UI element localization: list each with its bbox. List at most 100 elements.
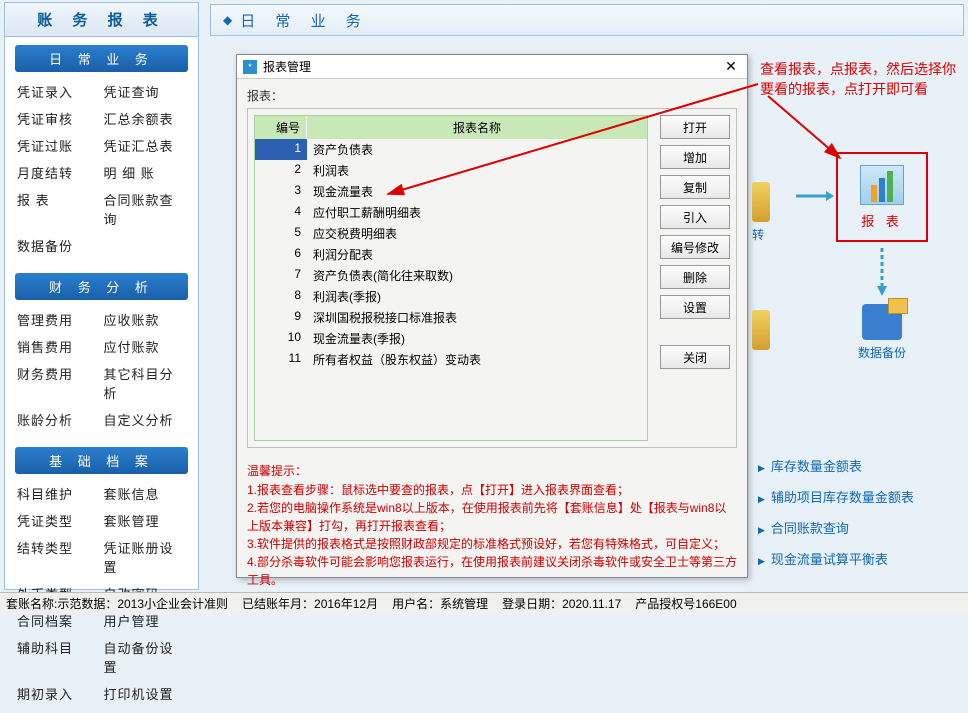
app-icon: * — [243, 60, 257, 74]
cell-name: 应付职工薪酬明细表 — [307, 202, 647, 223]
sidebar-item[interactable]: 销售费用 — [15, 333, 102, 360]
cell-name: 资产负债表(简化往来取数) — [307, 265, 647, 286]
sidebar-item[interactable]: 凭证汇总表 — [102, 132, 189, 159]
status-account: 套账名称:示范数据：2013小企业会计准则 — [6, 595, 228, 612]
dialog-button-删除[interactable]: 删除 — [660, 265, 730, 289]
sidebar-item[interactable]: 套账管理 — [102, 507, 189, 534]
side-label: 转 — [752, 226, 764, 243]
report-manage-dialog: * 报表管理 ✕ 报表： 编号 报表名称 1资产负债表2利润表3现金流量表4应付… — [236, 54, 748, 578]
dialog-titlebar[interactable]: * 报表管理 ✕ — [237, 55, 747, 79]
quick-link[interactable]: 现金流量试算平衡表 — [758, 543, 914, 574]
dialog-button-关闭[interactable]: 关闭 — [660, 345, 730, 369]
sidebar-item[interactable]: 管理费用 — [15, 306, 102, 333]
table-row[interactable]: 10现金流量表(季报) — [255, 328, 647, 349]
tip-line: 2.若您的电脑操作系统是win8以上版本，在使用报表前先将【套账信息】处【报表与… — [247, 499, 737, 535]
sidebar-item[interactable]: 套账信息 — [102, 480, 189, 507]
table-row[interactable]: 7资产负债表(简化往来取数) — [255, 265, 647, 286]
chart-icon — [860, 165, 904, 205]
sidebar-item[interactable]: 月度结转 — [15, 159, 102, 186]
close-icon[interactable]: ✕ — [721, 58, 741, 75]
table-row[interactable]: 8利润表(季报) — [255, 286, 647, 307]
sidebar-item[interactable]: 凭证查询 — [102, 78, 189, 105]
sidebar-item[interactable]: 应付账款 — [102, 333, 189, 360]
sidebar-item[interactable]: 数据备份 — [15, 232, 102, 259]
dialog-button-增加[interactable]: 增加 — [660, 145, 730, 169]
sidebar-item[interactable]: 结转类型 — [15, 534, 102, 580]
cell-num: 2 — [255, 160, 307, 181]
side-icon — [752, 182, 770, 222]
cell-num: 3 — [255, 181, 307, 202]
table-row[interactable]: 11所有者权益（股东权益）变动表 — [255, 349, 647, 370]
sidebar-item[interactable]: 报 表 — [15, 186, 102, 232]
cell-name: 资产负债表 — [307, 139, 647, 160]
tip-line: 1.报表查看步骤：鼠标选中要查的报表，点【打开】进入报表界面查看； — [247, 481, 737, 499]
report-fieldset: 编号 报表名称 1资产负债表2利润表3现金流量表4应付职工薪酬明细表5应交税费明… — [247, 108, 737, 448]
table-row[interactable]: 4应付职工薪酬明细表 — [255, 202, 647, 223]
sidebar-item[interactable]: 财务费用 — [15, 360, 102, 406]
sidebar-item[interactable]: 自动备份设置 — [102, 634, 189, 680]
cell-name: 利润表(季报) — [307, 286, 647, 307]
section-header: 日 常 业 务 — [15, 45, 188, 72]
sidebar-item[interactable]: 其它科目分析 — [102, 360, 189, 406]
sidebar-item[interactable]: 辅助科目 — [15, 634, 102, 680]
report-shortcut-label: 报 表 — [861, 211, 903, 230]
quick-link[interactable]: 辅助项目库存数量金额表 — [758, 481, 914, 512]
table-row[interactable]: 5应交税费明细表 — [255, 223, 647, 244]
sidebar-item[interactable]: 凭证账册设置 — [102, 534, 189, 580]
report-table: 编号 报表名称 1资产负债表2利润表3现金流量表4应付职工薪酬明细表5应交税费明… — [254, 115, 648, 441]
sidebar-item[interactable]: 自定义分析 — [102, 406, 189, 433]
table-row[interactable]: 1资产负债表 — [255, 139, 647, 160]
sidebar-item[interactable]: 期初录入 — [15, 680, 102, 707]
flow-arrow-icon — [796, 190, 834, 202]
cell-name: 现金流量表 — [307, 181, 647, 202]
backup-label: 数据备份 — [840, 344, 924, 361]
backup-shortcut[interactable]: 数据备份 — [840, 304, 924, 361]
cell-num: 7 — [255, 265, 307, 286]
table-row[interactable]: 6利润分配表 — [255, 244, 647, 265]
cell-name: 利润表 — [307, 160, 647, 181]
quick-link[interactable]: 库存数量金额表 — [758, 450, 914, 481]
sidebar-item[interactable]: 凭证审核 — [15, 105, 102, 132]
dialog-button-设置[interactable]: 设置 — [660, 295, 730, 319]
dialog-button-打开[interactable]: 打开 — [660, 115, 730, 139]
sidebar-item[interactable]: 明 细 账 — [102, 159, 189, 186]
dialog-button-column: 打开增加复制引入编号修改删除设置关闭 — [660, 115, 730, 441]
sidebar-item[interactable]: 凭证过账 — [15, 132, 102, 159]
sidebar-item[interactable]: 打印机设置 — [102, 680, 189, 707]
cell-num: 11 — [255, 349, 307, 370]
quick-link[interactable]: 合同账款查询 — [758, 512, 914, 543]
status-license: 产品授权号166E00 — [635, 595, 736, 612]
sidebar-item[interactable]: 汇总余额表 — [102, 105, 189, 132]
table-row[interactable]: 3现金流量表 — [255, 181, 647, 202]
table-row[interactable]: 2利润表 — [255, 160, 647, 181]
cell-num: 8 — [255, 286, 307, 307]
status-user: 用户名：系统管理 — [392, 595, 488, 612]
cell-name: 现金流量表(季报) — [307, 328, 647, 349]
sidebar-item[interactable]: 账龄分析 — [15, 406, 102, 433]
sidebar-item[interactable]: 应收账款 — [102, 306, 189, 333]
status-bar: 套账名称:示范数据：2013小企业会计准则 已结账年月：2016年12月 用户名… — [0, 592, 968, 614]
left-sidebar: 账 务 报 表 日 常 业 务凭证录入凭证查询凭证审核汇总余额表凭证过账凭证汇总… — [4, 2, 199, 590]
sidebar-item[interactable]: 合同账款查询 — [102, 186, 189, 232]
sidebar-item[interactable]: 凭证录入 — [15, 78, 102, 105]
cell-num: 6 — [255, 244, 307, 265]
cell-num: 9 — [255, 307, 307, 328]
table-row[interactable]: 9深圳国税报税接口标准报表 — [255, 307, 647, 328]
dialog-button-复制[interactable]: 复制 — [660, 175, 730, 199]
table-header: 编号 报表名称 — [255, 116, 647, 139]
cell-num: 5 — [255, 223, 307, 244]
report-shortcut[interactable]: 报 表 — [836, 152, 928, 242]
cell-name: 应交税费明细表 — [307, 223, 647, 244]
status-closed: 已结账年月：2016年12月 — [242, 595, 378, 612]
quick-links: 库存数量金额表辅助项目库存数量金额表合同账款查询现金流量试算平衡表 — [758, 450, 914, 574]
fieldset-label: 报表： — [247, 87, 737, 104]
dialog-button-编号修改[interactable]: 编号修改 — [660, 235, 730, 259]
cell-name: 深圳国税报税接口标准报表 — [307, 307, 647, 328]
sidebar-item — [102, 232, 189, 259]
sidebar-item[interactable]: 凭证类型 — [15, 507, 102, 534]
side-icon — [752, 310, 770, 350]
dialog-button-引入[interactable]: 引入 — [660, 205, 730, 229]
sidebar-item[interactable]: 科目维护 — [15, 480, 102, 507]
down-arrow-icon — [876, 248, 888, 296]
col-num: 编号 — [255, 116, 307, 139]
